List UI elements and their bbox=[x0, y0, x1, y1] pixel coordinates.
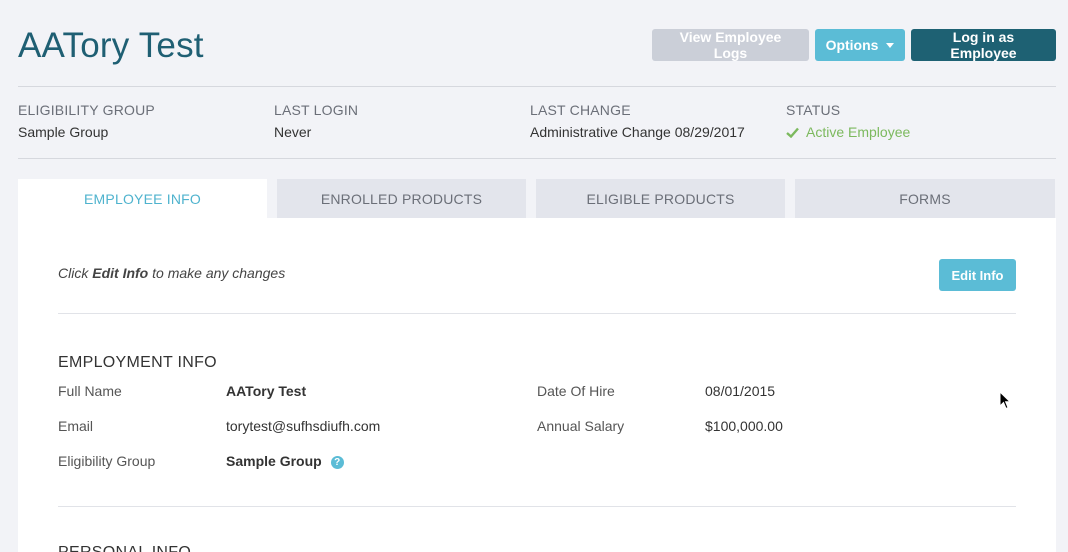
tab-enrolled-products[interactable]: ENROLLED PRODUCTS bbox=[277, 179, 526, 218]
options-label: Options bbox=[825, 37, 879, 53]
login-as-employee-label: Log in as Employee bbox=[950, 29, 1017, 61]
employee-meta: ELIGIBILITY GROUP Sample Group LAST LOGI… bbox=[18, 102, 1056, 140]
meta-last-login: LAST LOGIN Never bbox=[274, 102, 530, 140]
mouse-cursor-icon bbox=[999, 390, 1012, 415]
tab-label: ELIGIBLE PRODUCTS bbox=[586, 190, 735, 207]
tab-forms[interactable]: FORMS bbox=[795, 179, 1055, 218]
meta-label: LAST CHANGE bbox=[530, 102, 631, 118]
meta-label: STATUS bbox=[786, 102, 841, 118]
employment-info-title: EMPLOYMENT INFO bbox=[58, 354, 217, 371]
hint-suffix: to make any changes bbox=[148, 265, 286, 281]
meta-label: ELIGIBILITY GROUP bbox=[18, 102, 155, 118]
hint-bold: Edit Info bbox=[92, 265, 149, 281]
view-employee-logs-label: View Employee Logs bbox=[679, 29, 782, 61]
meta-status: STATUS Active Employee bbox=[786, 102, 1042, 140]
meta-last-change: LAST CHANGE Administrative Change 08/29/… bbox=[530, 102, 786, 140]
caret-down-icon bbox=[886, 42, 895, 48]
email-label: Email bbox=[58, 418, 94, 434]
date-of-hire-value: 08/01/2015 bbox=[705, 383, 776, 399]
options-dropdown-button[interactable]: Options bbox=[815, 29, 905, 61]
meta-value: Never bbox=[274, 124, 312, 140]
tab-label: FORMS bbox=[899, 190, 951, 207]
tab-bar: EMPLOYEE INFO ENROLLED PRODUCTS ELIGIBLE… bbox=[18, 179, 1055, 218]
employee-info-panel: Click Edit Info to make any changes Edit… bbox=[18, 218, 1056, 552]
meta-value: Sample Group bbox=[18, 124, 109, 140]
meta-eligibility-group: ELIGIBILITY GROUP Sample Group bbox=[18, 102, 274, 140]
edit-hint: Click Edit Info to make any changes bbox=[58, 265, 285, 281]
email-value: torytest@sufhsdiufh.com bbox=[226, 418, 381, 434]
meta-divider bbox=[18, 158, 1056, 159]
annual-salary-value: $100,000.00 bbox=[705, 418, 783, 434]
help-icon[interactable]: ? bbox=[330, 456, 344, 469]
eligibility-group-value: Sample Group? bbox=[226, 453, 344, 469]
hint-prefix: Click bbox=[58, 265, 93, 281]
eligibility-group-text: Sample Group bbox=[226, 453, 322, 469]
tab-label: EMPLOYEE INFO bbox=[84, 190, 201, 207]
check-icon bbox=[786, 127, 799, 138]
full-name-value: AATory Test bbox=[226, 383, 307, 399]
eligibility-group-label: Eligibility Group bbox=[58, 453, 156, 469]
header-actions: View Employee Logs Options Log in as Emp… bbox=[652, 29, 1056, 61]
tab-eligible-products[interactable]: ELIGIBLE PRODUCTS bbox=[536, 179, 785, 218]
login-as-employee-button[interactable]: Log in as Employee bbox=[911, 29, 1056, 61]
header-divider bbox=[18, 86, 1056, 87]
meta-value: Administrative Change 08/29/2017 bbox=[530, 124, 745, 140]
status-badge: Active Employee bbox=[786, 124, 1042, 140]
personal-info-title: PERSONAL INFO bbox=[58, 544, 191, 552]
date-of-hire-label: Date Of Hire bbox=[537, 383, 615, 399]
panel-divider bbox=[58, 313, 1016, 314]
meta-label: LAST LOGIN bbox=[274, 102, 359, 118]
full-name-label: Full Name bbox=[58, 383, 122, 399]
tab-employee-info[interactable]: EMPLOYEE INFO bbox=[18, 179, 267, 218]
page-title: AATory Test bbox=[18, 26, 204, 65]
section-divider bbox=[58, 506, 1016, 507]
tab-label: ENROLLED PRODUCTS bbox=[320, 190, 483, 207]
edit-info-button[interactable]: Edit Info bbox=[939, 259, 1016, 291]
status-text: Active Employee bbox=[806, 124, 911, 140]
view-employee-logs-button[interactable]: View Employee Logs bbox=[652, 29, 809, 61]
annual-salary-label: Annual Salary bbox=[537, 418, 625, 434]
